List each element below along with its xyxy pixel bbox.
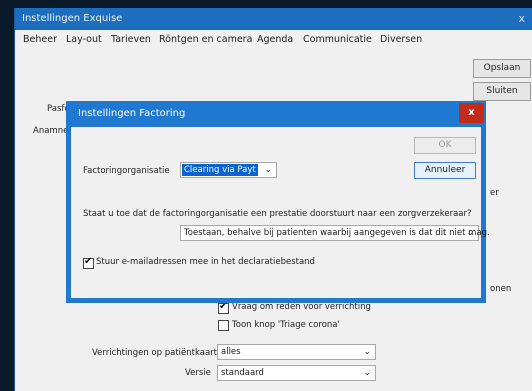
forwarding-permission-select[interactable]: Toestaan, behalve bij patienten waarbij … xyxy=(180,225,490,241)
factoring-organisation-label: Factoringorganisatie xyxy=(83,166,170,176)
show-triage-corona-checkbox[interactable] xyxy=(218,320,229,331)
partial-label-right-1: er xyxy=(490,188,499,198)
version-select[interactable]: standaard ⌄ xyxy=(217,365,376,381)
send-email-addresses-label: Stuur e-mailadressen mee in het declarat… xyxy=(96,257,315,267)
chevron-down-icon: ⌄ xyxy=(466,228,474,238)
factoring-dialog: Instellingen Factoring x OK Annuleer Fac… xyxy=(66,101,490,303)
partial-label-anamnese: Anamne xyxy=(33,126,69,136)
chevron-down-icon: ⌄ xyxy=(363,368,371,378)
forwarding-permission-value: Toestaan, behalve bij patienten waarbij … xyxy=(184,228,490,238)
close-button[interactable]: Sluiten xyxy=(473,82,531,101)
chevron-down-icon: ⌄ xyxy=(363,347,371,357)
dialog-close-icon[interactable]: x xyxy=(459,103,484,123)
menu-beheer[interactable]: Beheer xyxy=(23,34,57,45)
menu-lay-out[interactable]: Lay-out xyxy=(66,34,102,45)
ok-button[interactable]: OK xyxy=(414,137,476,154)
menu-diversen[interactable]: Diversen xyxy=(380,34,422,45)
menu-bar: Beheer Lay-out Tarieven Röntgen en camer… xyxy=(15,30,532,50)
version-value: standaard xyxy=(221,368,264,378)
send-email-addresses-checkbox[interactable]: ✔ xyxy=(83,256,94,269)
save-button[interactable]: Opslaan xyxy=(473,59,531,78)
dialog-body: OK Annuleer Factoringorganisatie Clearin… xyxy=(71,127,490,298)
partial-label-right-2: onen xyxy=(490,284,512,294)
reason-for-procedure-label: Vraag om reden voor verrichting xyxy=(232,302,371,312)
factoring-organisation-value: Clearing via Payt xyxy=(182,164,258,176)
chevron-down-icon: ⌄ xyxy=(264,165,272,175)
factoring-organisation-select[interactable]: Clearing via Payt ⌄ xyxy=(180,162,277,178)
forwarding-question-label: Staat u toe dat de factoringorganisatie … xyxy=(83,209,472,219)
procedures-on-card-value: alles xyxy=(221,347,241,357)
menu-rontgen-en-camera[interactable]: Röntgen en camera xyxy=(159,34,252,45)
menu-tarieven[interactable]: Tarieven xyxy=(111,34,151,45)
window-titlebar: Instellingen Exquise x xyxy=(15,8,532,30)
procedures-on-card-label: Verrichtingen op patiëntkaart: xyxy=(92,348,220,358)
version-label: Versie xyxy=(185,368,211,378)
window-close-icon[interactable]: x xyxy=(518,12,525,25)
checkmark-icon: ✔ xyxy=(84,256,93,267)
cancel-button[interactable]: Annuleer xyxy=(414,162,476,179)
dialog-title: Instellingen Factoring xyxy=(78,108,186,119)
procedures-on-card-select[interactable]: alles ⌄ xyxy=(217,344,376,360)
show-triage-corona-label: Toon knop 'Triage corona' xyxy=(232,320,340,330)
menu-agenda[interactable]: Agenda xyxy=(257,34,293,45)
reason-for-procedure-checkbox[interactable]: ✔ xyxy=(218,301,229,314)
menu-communicatie[interactable]: Communicatie xyxy=(303,34,372,45)
window-title: Instellingen Exquise xyxy=(22,13,123,24)
